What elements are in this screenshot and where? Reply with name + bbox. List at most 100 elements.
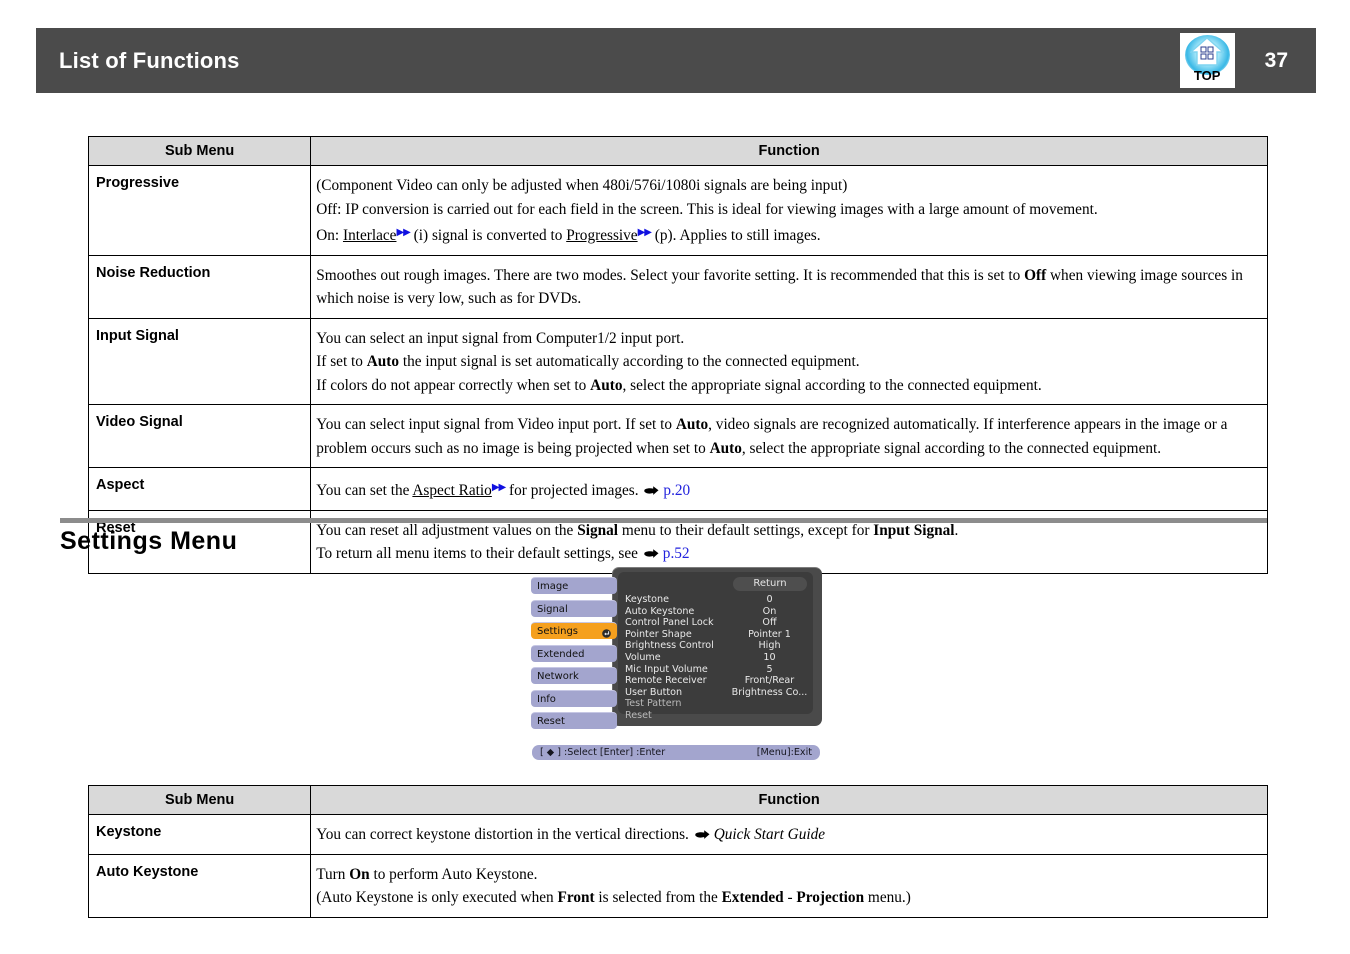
section-title: Settings Menu: [60, 527, 238, 555]
osd-menu-item[interactable]: Volume 10: [622, 652, 812, 664]
pointing-hand-icon: [644, 548, 659, 559]
osd-tab-label: Image: [537, 581, 569, 592]
osd-item-label: Control Panel Lock: [625, 617, 714, 629]
page-number: 37: [1264, 48, 1288, 72]
body-text: You can set the: [316, 482, 413, 499]
submenu-name-cell: Aspect: [87, 467, 312, 511]
emphasis-text: Extended: [721, 889, 784, 906]
body-text: -: [783, 889, 797, 906]
column-header-function: Function: [310, 785, 1268, 815]
body-text: You can correct keystone distortion in t…: [316, 826, 693, 843]
body-text: (i) signal is converted to: [409, 227, 567, 244]
osd-body: Return Keystone 0 Auto Keystone On Control P…: [531, 567, 822, 737]
osd-item-label: Brightness Control: [625, 640, 714, 652]
osd-tab-extended[interactable]: Extended: [531, 644, 617, 662]
osd-tab-info[interactable]: Info: [531, 689, 617, 707]
osd-menu-item[interactable]: Brightness Control High: [622, 640, 812, 652]
function-description-cell: You can select an input signal from Comp…: [310, 317, 1268, 405]
body-text: , select the appropriate signal accordin…: [622, 376, 1042, 394]
osd-menu-item[interactable]: User Button Brightness Co...: [622, 687, 812, 699]
body-text: (p). Applies to still images.: [650, 227, 821, 244]
osd-menu-item[interactable]: Keystone 0: [622, 594, 812, 606]
osd-item-label: Test Pattern: [625, 698, 682, 710]
osd-status-bar: [ ◆ ] :Select [Enter] :Enter [Menu]:Exit: [532, 745, 820, 760]
settings-functions-table: Sub Menu Function Keystone You can correc…: [87, 785, 1268, 918]
body-text: If set to: [316, 353, 367, 370]
description-line: You can select an input signal from Comp…: [316, 327, 1259, 351]
table-row: Input Signal You can select an input sign…: [87, 317, 1268, 405]
osd-tab-label: Info: [537, 693, 556, 705]
emphasis-text: Signal: [577, 521, 618, 539]
osd-item-value: On: [762, 605, 777, 617]
pointing-hand-icon: [695, 829, 710, 840]
body-text: , select the appropriate signal accordin…: [741, 439, 1162, 457]
glossary-term[interactable]: Interlace▶▶: [343, 227, 411, 244]
osd-return-button[interactable]: Return: [733, 577, 807, 591]
osd-menu-item[interactable]: Mic Input Volume 5: [622, 664, 812, 676]
osd-tab-label: Reset: [537, 716, 565, 727]
glossary-chevron-icon: ▶▶: [396, 227, 410, 238]
osd-menu-item[interactable]: Control Panel Lock Off: [622, 617, 812, 629]
description-line: On: Interlace▶▶ (i) signal is converted …: [316, 221, 1259, 248]
body-text: If colors do not appear correctly when s…: [316, 376, 591, 394]
body-text: On:: [316, 227, 343, 244]
top-badge[interactable]: TOP: [1179, 33, 1235, 88]
osd-menu-item[interactable]: Test Pattern: [622, 698, 812, 710]
osd-item-label: User Button: [625, 686, 683, 698]
page-header: List of Functions TOP 37: [36, 28, 1316, 93]
body-text: menu to their default settings, except f…: [618, 521, 874, 539]
signal-table-body: Progressive (Component Video can only be …: [87, 165, 1268, 574]
osd-tab-reset[interactable]: Reset: [531, 712, 617, 729]
osd-item-value: 5: [766, 663, 773, 675]
body-text: Off: IP conversion is carried out for ea…: [316, 200, 1098, 218]
osd-menu-item[interactable]: Remote Receiver Front/Rear: [622, 675, 812, 687]
function-description-cell: You can correct keystone distortion in t…: [310, 814, 1268, 855]
osd-tab-signal[interactable]: Signal: [531, 599, 617, 617]
osd-tab-label: Settings: [537, 626, 579, 637]
reference-title: Quick Start Guide: [713, 826, 826, 843]
pointing-hand-icon: [644, 485, 659, 496]
description-line: Smoothes out rough images. There are two…: [316, 264, 1259, 311]
emphasis-text: Auto: [590, 376, 623, 394]
function-description-cell: You can select input signal from Video i…: [310, 404, 1268, 468]
osd-item-value: [727, 698, 812, 710]
body-text: You can reset all adjustment values on t…: [316, 521, 578, 539]
table-row: Keystone You can correct keystone distort…: [87, 814, 1268, 855]
glossary-term[interactable]: Progressive▶▶: [566, 227, 652, 244]
submenu-name-cell: Progressive: [87, 165, 312, 256]
body-text: Smoothes out rough images. There are two…: [316, 266, 1025, 284]
osd-menu-item[interactable]: Auto Keystone On: [622, 606, 812, 618]
osd-item-label: Auto Keystone: [625, 605, 695, 617]
page-reference-link[interactable]: p.20: [663, 482, 690, 499]
description-line: (Auto Keystone is only executed when Fro…: [316, 886, 1259, 910]
table-row: Noise Reduction Smoothes out rough images…: [87, 254, 1268, 319]
submenu-name-cell: Video Signal: [87, 404, 312, 468]
table-row: Auto Keystone Turn On to perform Auto Key…: [87, 853, 1268, 918]
osd-menu-item[interactable]: Reset: [622, 710, 812, 722]
osd-item-label: Pointer Shape: [625, 628, 692, 640]
column-header-function: Function: [310, 136, 1268, 166]
page-reference-link[interactable]: p.52: [663, 545, 690, 562]
function-description-cell: (Component Video can only be adjusted wh…: [310, 165, 1268, 256]
body-text: menu.): [864, 889, 911, 906]
signal-functions-table: Sub Menu Function Progressive (Component …: [87, 136, 1268, 574]
projector-osd-screenshot: Return Keystone 0 Auto Keystone On Control P…: [531, 567, 822, 763]
home-top-icon: [1189, 33, 1226, 71]
osd-status-left: [ ◆ ] :Select [Enter] :Enter: [540, 747, 666, 758]
top-badge-label: TOP: [1193, 68, 1221, 83]
osd-tab-image[interactable]: Image: [531, 577, 617, 594]
osd-tab-network[interactable]: Network: [531, 667, 617, 684]
glossary-term[interactable]: Aspect Ratio▶▶: [412, 482, 506, 499]
osd-item-value: 10: [763, 651, 776, 663]
description-line: To return all menu items to their defaul…: [316, 542, 1259, 566]
osd-tab-label: Extended: [537, 648, 585, 660]
description-line: If set to Auto the input signal is set a…: [316, 350, 1259, 374]
osd-menu-item[interactable]: Pointer Shape Pointer 1: [622, 629, 812, 641]
emphasis-text: Auto: [366, 353, 400, 370]
osd-item-value: Brightness Co...: [731, 686, 808, 698]
submenu-name-cell: Keystone: [87, 814, 312, 855]
osd-tab-settings[interactable]: Settings: [531, 622, 617, 639]
osd-item-label: Keystone: [625, 594, 670, 605]
description-line: You can correct keystone distortion in t…: [316, 823, 1259, 847]
column-header-sub-menu: Sub Menu: [87, 785, 312, 815]
